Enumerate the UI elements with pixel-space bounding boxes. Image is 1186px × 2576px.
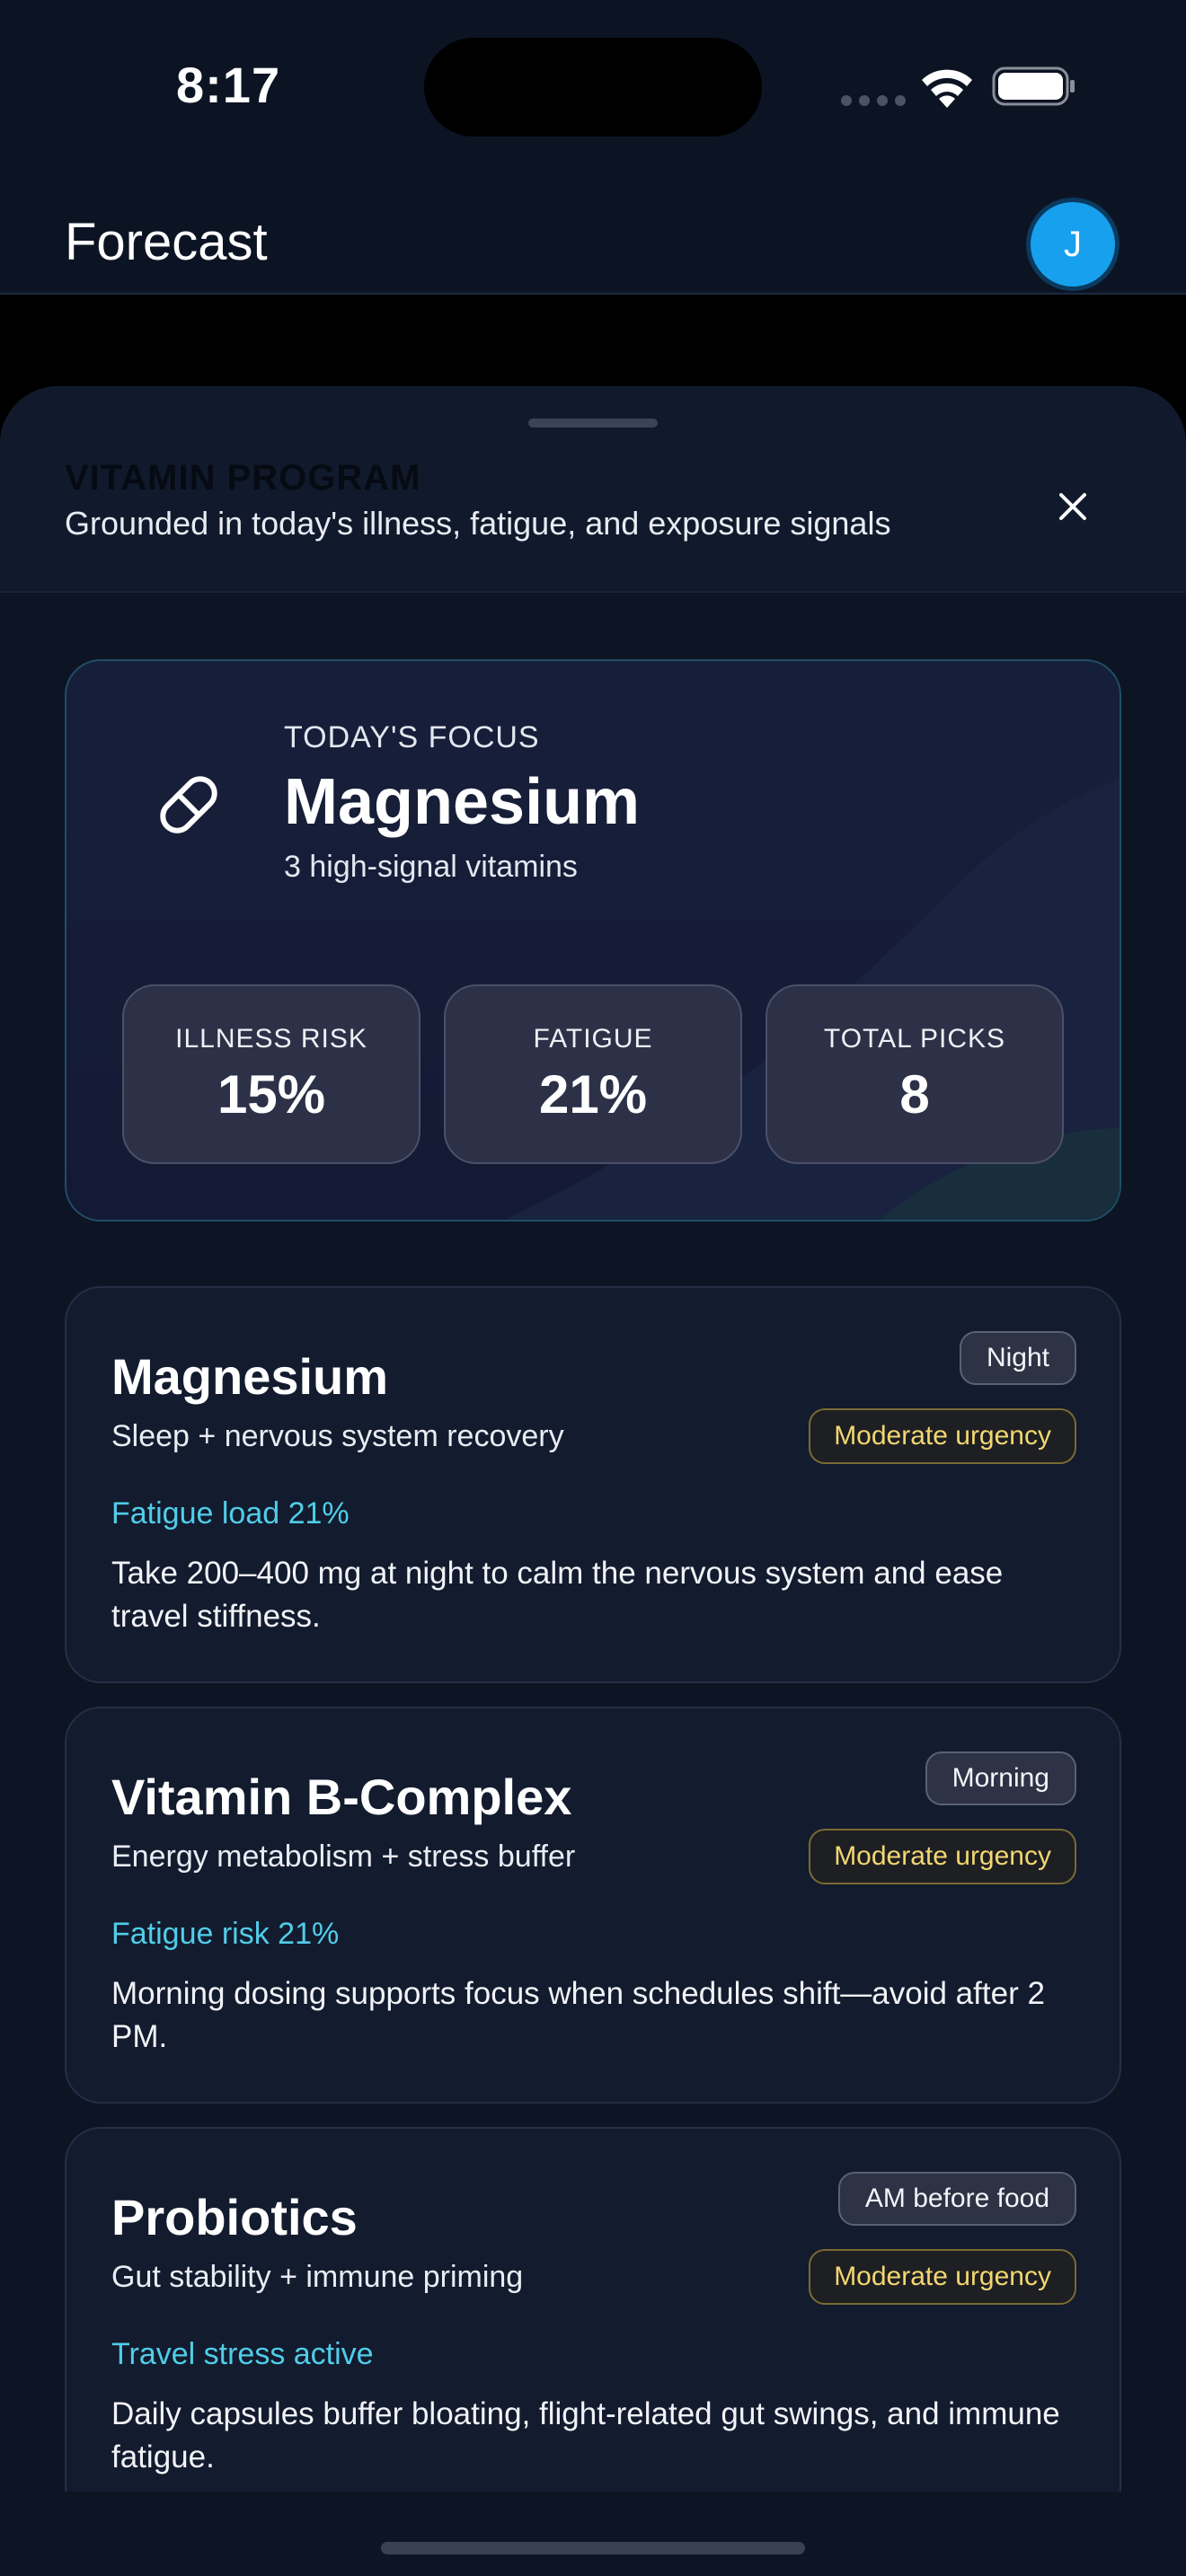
urgency-badge: Moderate urgency (809, 2249, 1076, 2305)
recommendation-body: Take 200–400 mg at night to calm the ner… (111, 1556, 1004, 1634)
page-title: Forecast (65, 213, 268, 271)
recommendation-title: Vitamin B-Complex (111, 1769, 572, 1825)
stat-total-picks: TOTAL PICKS 8 (766, 984, 1064, 1164)
recommendation-subtitle: Gut stability + immune priming (111, 2260, 524, 2294)
close-button[interactable] (1042, 476, 1103, 537)
stat-value: 21% (538, 1064, 648, 1125)
focus-card: TODAY'S FOCUS Magnesium 3 high-signal vi… (65, 659, 1121, 1222)
wifi-icon (922, 69, 972, 108)
focus-title: Magnesium (284, 766, 641, 838)
urgency-badge: Moderate urgency (809, 1408, 1076, 1464)
app-header: 8:17 Forecast J (0, 0, 1186, 295)
close-icon (1059, 493, 1086, 520)
recommendation-subtitle: Sleep + nervous system recovery (111, 1419, 564, 1453)
cellular-signal-icon (841, 95, 906, 106)
recommendation-subtitle: Energy metabolism + stress buffer (111, 1839, 576, 1874)
avatar[interactable]: J (1026, 198, 1120, 291)
sheet-subtitle: Grounded in today's illness, fatigue, an… (65, 505, 891, 542)
bottom-bar (0, 2492, 1186, 2576)
recommendation-metric: Fatigue risk 21% (111, 1917, 340, 1951)
timing-badge: Morning (925, 1751, 1076, 1805)
recommendation-metric: Fatigue load 21% (111, 1496, 350, 1531)
timing-badge: Night (959, 1331, 1076, 1385)
timing-badge: AM before food (837, 2172, 1076, 2226)
stat-value: 15% (217, 1064, 326, 1125)
home-indicator[interactable] (381, 2542, 805, 2554)
stat-illness-risk: ILLNESS RISK 15% (122, 984, 420, 1164)
recommendation-body: Morning dosing supports focus when sched… (111, 1976, 1045, 2054)
sheet-eyebrow: VITAMIN PROGRAM (65, 458, 421, 498)
focus-subtitle: 3 high-signal vitamins (284, 850, 578, 884)
pill-icon (160, 776, 217, 834)
stat-label: FATIGUE (533, 1024, 653, 1054)
battery-icon (992, 66, 1075, 106)
vitamin-program-sheet: VITAMIN PROGRAM Grounded in today's illn… (0, 386, 1186, 2576)
focus-eyebrow: TODAY'S FOCUS (284, 720, 540, 754)
recommendation-metric: Travel stress active (111, 2337, 374, 2371)
stat-label: ILLNESS RISK (175, 1024, 367, 1054)
recommendation-card-probiotics[interactable]: Probiotics Gut stability + immune primin… (65, 2127, 1121, 2524)
recommendation-body: Daily capsules buffer bloating, flight-r… (111, 2396, 1060, 2475)
status-time: 8:17 (176, 57, 281, 113)
stat-value: 8 (899, 1064, 930, 1125)
recommendation-card-magnesium[interactable]: Magnesium Sleep + nervous system recover… (65, 1286, 1121, 1683)
stat-label: TOTAL PICKS (823, 1024, 1006, 1054)
dynamic-island (424, 38, 762, 137)
stat-fatigue: FATIGUE 21% (444, 984, 742, 1164)
recommendation-title: Probiotics (111, 2189, 358, 2245)
urgency-badge: Moderate urgency (809, 1829, 1076, 1884)
screen: 8:17 Forecast J VITAMIN PROGRAM Grounded… (0, 0, 1186, 2576)
recommendation-title: Magnesium (111, 1348, 389, 1405)
sheet-grabber[interactable] (528, 419, 658, 428)
recommendation-card-vitamin-b-complex[interactable]: Vitamin B-Complex Energy metabolism + st… (65, 1707, 1121, 2104)
